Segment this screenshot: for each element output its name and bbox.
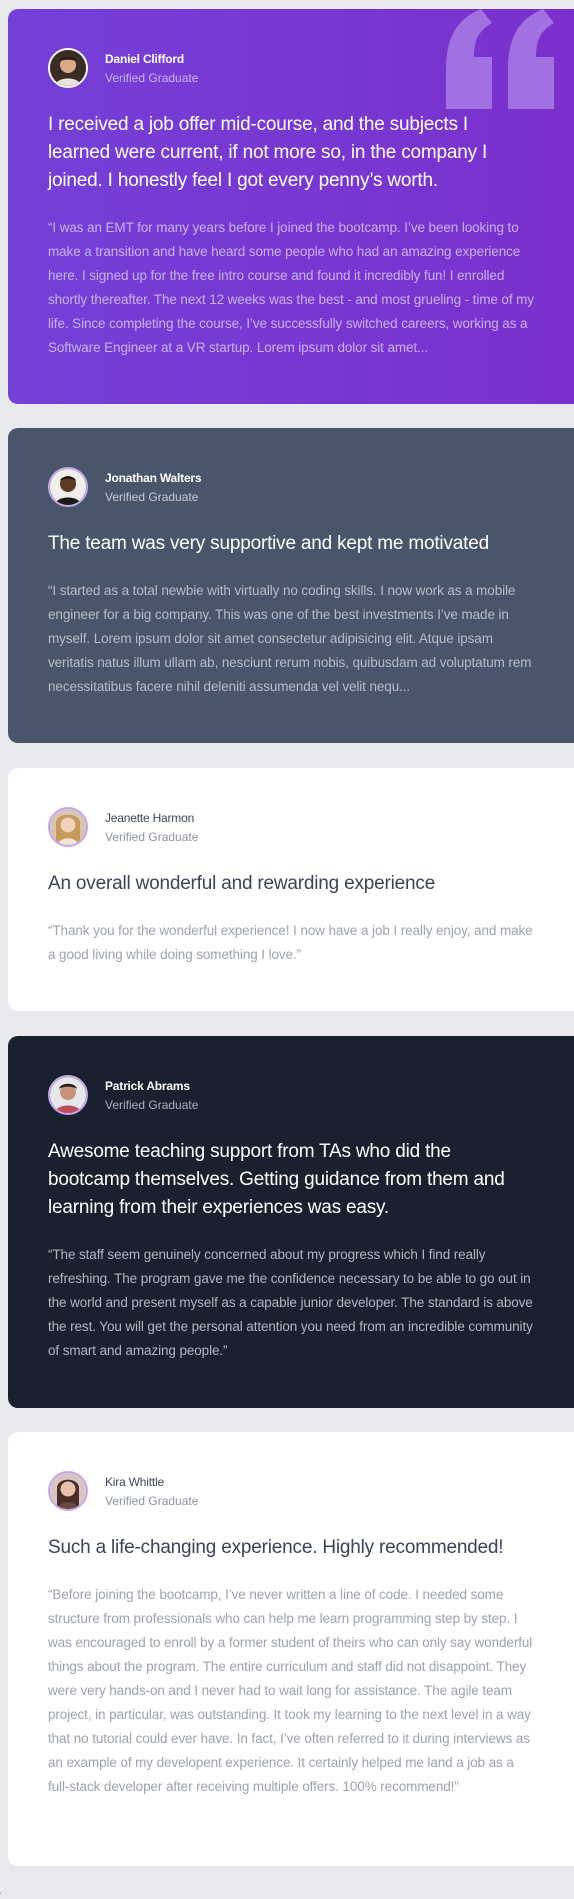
user-avatar-icon (50, 809, 86, 845)
user-avatar-icon (50, 469, 86, 505)
testimonial-quote: “Before joining the bootcamp, I’ve never… (48, 1587, 533, 1794)
author-name: Jeanette Harmon (105, 810, 195, 825)
author-info: Jeanette Harmon Verified Graduate (48, 807, 534, 847)
testimonial-card-jonathan: Jonathan Walters Verified Graduate The t… (8, 428, 574, 743)
testimonial-quote: “I started as a total newbie with virtua… (48, 583, 532, 694)
avatar (48, 48, 88, 88)
corner-glyph: ' (0, 1893, 2, 1899)
testimonial-headline: I received a job offer mid-course, and t… (48, 114, 488, 191)
author-name: Kira Whittle (105, 1474, 164, 1489)
author-role: Verified Graduate (105, 1493, 199, 1508)
author-role: Verified Graduate (105, 70, 199, 85)
quotation-mark-icon (446, 9, 554, 109)
testimonial-quote: “Thank you for the wonderful experience!… (48, 923, 533, 962)
author-name: Daniel Clifford (105, 51, 185, 66)
author-role: Verified Graduate (105, 489, 199, 504)
author-info: Patrick Abrams Verified Graduate (48, 1075, 534, 1115)
avatar (48, 807, 88, 847)
testimonial-quote: “The staff seem genuinely concerned abou… (48, 1247, 533, 1358)
testimonial-headline: The team was very supportive and kept me… (48, 533, 489, 554)
testimonial-card-kira: Kira Whittle Verified Graduate Such a li… (8, 1432, 574, 1866)
avatar (48, 1075, 88, 1115)
testimonial-card-jeanette: Jeanette Harmon Verified Graduate An ove… (8, 768, 574, 1011)
user-avatar-icon (50, 1077, 86, 1113)
testimonial-card-daniel: Daniel Clifford Verified Graduate I rece… (8, 9, 574, 404)
author-name: Patrick Abrams (105, 1078, 190, 1093)
avatar (48, 467, 88, 507)
testimonial-card-patrick: Patrick Abrams Verified Graduate Awesome… (8, 1036, 574, 1408)
author-info: Jonathan Walters Verified Graduate (48, 467, 534, 507)
user-avatar-icon (50, 1473, 86, 1509)
author-role: Verified Graduate (105, 1097, 199, 1112)
author-info: Kira Whittle Verified Graduate (48, 1471, 534, 1511)
testimonial-headline: Awesome teaching support from TAs who di… (48, 1141, 505, 1218)
testimonial-headline: An overall wonderful and rewarding exper… (48, 873, 436, 894)
testimonial-headline: Such a life-changing experience. Highly … (48, 1537, 504, 1558)
author-role: Verified Graduate (105, 829, 199, 844)
author-name: Jonathan Walters (105, 470, 202, 485)
user-avatar-icon (50, 50, 86, 86)
testimonial-quote: “I was an EMT for many years before I jo… (48, 220, 534, 355)
avatar (48, 1471, 88, 1511)
